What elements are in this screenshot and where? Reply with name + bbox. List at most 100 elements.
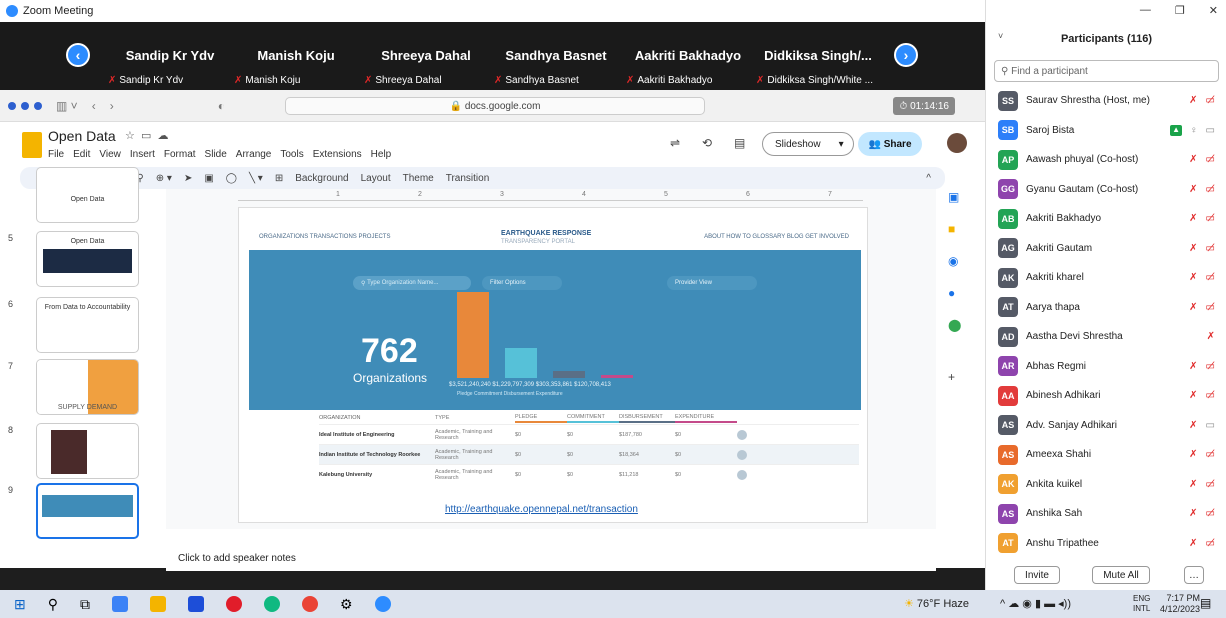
camera-icon[interactable]: ▭ <box>1206 125 1215 136</box>
opera-icon[interactable] <box>226 596 242 612</box>
video-off-icon[interactable]: ▭̸ <box>1206 508 1215 519</box>
participant-row[interactable]: AR Abhas Regmi ✗ ▭̸ <box>986 352 1226 382</box>
shield-icon[interactable]: ◐ <box>218 99 225 113</box>
minimize-dot-icon[interactable] <box>21 101 29 110</box>
image-icon[interactable]: ▣ <box>204 173 213 184</box>
toolbar-background[interactable]: Background <box>295 173 348 184</box>
onedrive-icon[interactable]: ☁ <box>1008 598 1019 610</box>
app-icon[interactable] <box>112 596 128 612</box>
find-participant-input[interactable]: ⚲ Find a participant <box>994 60 1219 82</box>
slide-thumbnail[interactable]: From Data to Accountability <box>36 297 139 353</box>
edge-icon[interactable] <box>264 596 280 612</box>
forward-icon[interactable]: › <box>110 99 114 113</box>
present-icon[interactable]: ⇌ <box>670 136 680 150</box>
video-off-icon[interactable]: ▭̸ <box>1206 272 1215 283</box>
slide-thumbnail[interactable]: Open Data <box>36 231 139 287</box>
participant-row[interactable]: AS Ameexa Shahi ✗ ▭̸ <box>986 440 1226 470</box>
zoom-icon[interactable]: ⊕ ▾ <box>156 173 172 184</box>
participant-row[interactable]: AT Anshu Tripathee ✗ ▭̸ <box>986 529 1226 559</box>
menu-insert[interactable]: Insert <box>130 149 155 160</box>
slideshow-button[interactable]: Slideshow ▾ <box>762 132 854 156</box>
mic-muted-icon[interactable]: ✗ <box>1189 420 1197 431</box>
mic-muted-icon[interactable]: ✗ <box>1207 331 1215 342</box>
chevron-up-icon[interactable]: ^ <box>1000 598 1005 610</box>
transaction-link[interactable]: http://earthquake.opennepal.net/transact… <box>445 504 638 515</box>
mic-muted-icon[interactable]: ✗ <box>1189 213 1197 224</box>
video-tile[interactable]: Sandip Kr Ydv ✗ Sandip Kr Ydv <box>108 22 232 90</box>
restore-icon[interactable]: ❐ <box>1175 4 1185 17</box>
folder-icon[interactable]: ▭ <box>141 130 151 142</box>
menu-view[interactable]: View <box>99 149 121 160</box>
video-off-icon[interactable]: ▭̸ <box>1206 390 1215 401</box>
video-off-icon[interactable]: ▭̸ <box>1206 538 1215 549</box>
toolbar-transition[interactable]: Transition <box>446 173 490 184</box>
participant-row[interactable]: SB Saroj Bista ▲ ♀ ▭ <box>986 116 1226 146</box>
video-tile[interactable]: Shreeya Dahal ✗ Shreeya Dahal <box>364 22 488 90</box>
video-tile[interactable]: Sandhya Basnet ✗ Sandhya Basnet <box>494 22 618 90</box>
keep-icon[interactable]: ■ <box>948 222 968 236</box>
video-tile[interactable]: Aakriti Bakhadyo ✗ Aakriti Bakhadyo <box>626 22 750 90</box>
cloud-icon[interactable]: ☁ <box>158 130 169 142</box>
prev-page-arrow-icon[interactable]: ‹ <box>66 43 90 67</box>
slide-thumbnail[interactable]: Open Data <box>36 167 139 223</box>
menu-file[interactable]: File <box>48 149 64 160</box>
tray-app-icon[interactable]: ◉ <box>1022 598 1032 610</box>
menu-help[interactable]: Help <box>371 149 392 160</box>
mic-muted-icon[interactable]: ✗ <box>1189 538 1197 549</box>
video-off-icon[interactable]: ▭̸ <box>1206 243 1215 254</box>
participant-row[interactable]: GG Gyanu Gautam (Co-host) ✗ ▭̸ <box>986 175 1226 205</box>
video-off-icon[interactable]: ▭̸ <box>1206 479 1215 490</box>
add-addon-icon[interactable]: + <box>948 370 968 384</box>
collapse-toolbar-icon[interactable]: ^ <box>926 173 931 184</box>
close-dot-icon[interactable] <box>8 101 16 110</box>
mail-icon[interactable] <box>188 596 204 612</box>
clock[interactable]: 7:17 PM 4/12/2023 <box>1160 593 1200 615</box>
participant-row[interactable]: AS Adv. Sanjay Adhikari ✗ ▭ <box>986 411 1226 441</box>
mic-muted-icon[interactable]: ✗ <box>1189 361 1197 372</box>
mic-muted-icon[interactable]: ✗ <box>1189 243 1197 254</box>
camera-icon[interactable]: ▭ <box>1206 420 1215 431</box>
shape-icon[interactable]: ◯ <box>226 173 237 184</box>
windows-start-icon[interactable]: ⊞ <box>14 596 26 613</box>
doc-title[interactable]: Open Data <box>48 128 116 144</box>
menu-format[interactable]: Format <box>164 149 196 160</box>
slide-thumbnail[interactable] <box>36 423 139 479</box>
mic-icon[interactable]: ♀ <box>1190 125 1198 136</box>
settings-gear-icon[interactable]: ⚙ <box>340 596 353 613</box>
battery-icon[interactable]: ▬ <box>1044 598 1055 610</box>
participant-row[interactable]: AK Aakriti kharel ✗ ▭̸ <box>986 263 1226 293</box>
participant-row[interactable]: AK Ankita kuikel ✗ ▭̸ <box>986 470 1226 500</box>
line-icon[interactable]: ╲ ▾ <box>249 173 263 184</box>
history-icon[interactable]: ⟲ <box>702 136 712 150</box>
video-tile[interactable]: Didkiksa Singh/... ✗ Didkiksa Singh/White… <box>756 22 880 90</box>
participant-row[interactable]: SS Saurav Shrestha (Host, me) ✗ ▭̸ <box>986 86 1226 116</box>
menu-arrange[interactable]: Arrange <box>236 149 272 160</box>
video-off-icon[interactable]: ▭̸ <box>1206 95 1215 106</box>
mute-all-button[interactable]: Mute All <box>1092 566 1150 584</box>
calendar-icon[interactable]: ▣ <box>948 190 968 204</box>
menu-slide[interactable]: Slide <box>205 149 227 160</box>
participant-row[interactable]: AD Aastha Devi Shrestha ✗ <box>986 322 1226 352</box>
video-off-icon[interactable]: ▭̸ <box>1206 184 1215 195</box>
search-icon[interactable]: ⚲ <box>48 596 58 613</box>
close-icon[interactable]: ✕ <box>1209 4 1218 17</box>
mic-muted-icon[interactable]: ✗ <box>1189 95 1197 106</box>
slide-thumbnail-selected[interactable] <box>36 483 139 539</box>
menu-extensions[interactable]: Extensions <box>313 149 362 160</box>
mic-muted-icon[interactable]: ✗ <box>1189 302 1197 313</box>
chrome-icon[interactable] <box>302 596 318 612</box>
menu-edit[interactable]: Edit <box>73 149 90 160</box>
video-tile[interactable]: Manish Koju ✗ Manish Koju <box>234 22 358 90</box>
more-options-button[interactable]: … <box>1184 566 1204 584</box>
mic-muted-icon[interactable]: ✗ <box>1189 184 1197 195</box>
video-off-icon[interactable]: ▭̸ <box>1206 213 1215 224</box>
toolbar-theme[interactable]: Theme <box>403 173 434 184</box>
volume-icon[interactable]: ◂)) <box>1058 598 1071 610</box>
mic-muted-icon[interactable]: ✗ <box>1189 154 1197 165</box>
mic-muted-icon[interactable]: ✗ <box>1189 272 1197 283</box>
participant-row[interactable]: AG Aakriti Gautam ✗ ▭̸ <box>986 234 1226 264</box>
menu-tools[interactable]: Tools <box>280 149 303 160</box>
video-off-icon[interactable]: ▭̸ <box>1206 302 1215 313</box>
slide-thumbnail[interactable]: SUPPLY DEMAND <box>36 359 139 415</box>
chevron-down-icon[interactable]: ▾ <box>839 139 844 150</box>
